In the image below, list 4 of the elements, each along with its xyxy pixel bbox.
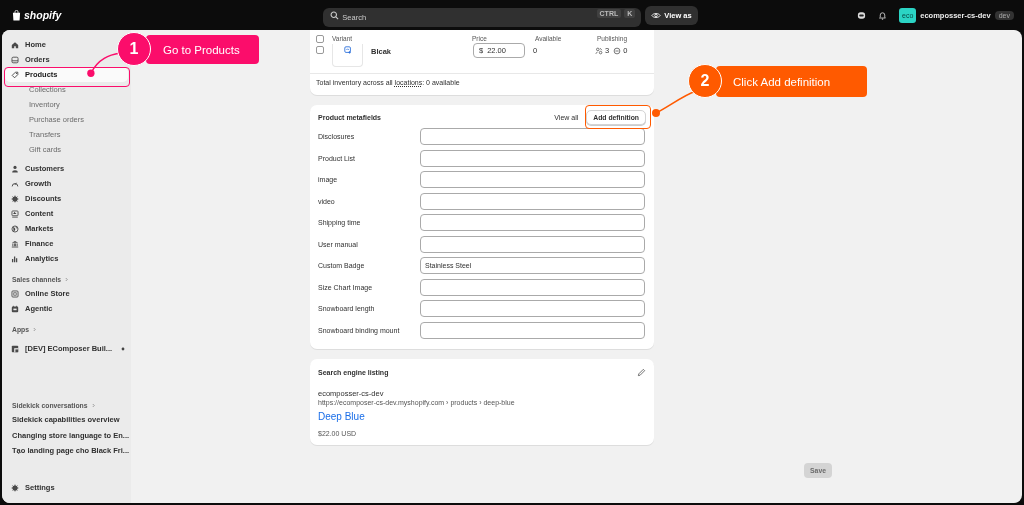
- callout-label: Click Add definition: [716, 66, 867, 97]
- logo-wordmark[interactable]: shopify: [24, 9, 62, 21]
- callout-label: Go to Products: [146, 35, 259, 64]
- page-title: Deep Blue: [318, 411, 366, 422]
